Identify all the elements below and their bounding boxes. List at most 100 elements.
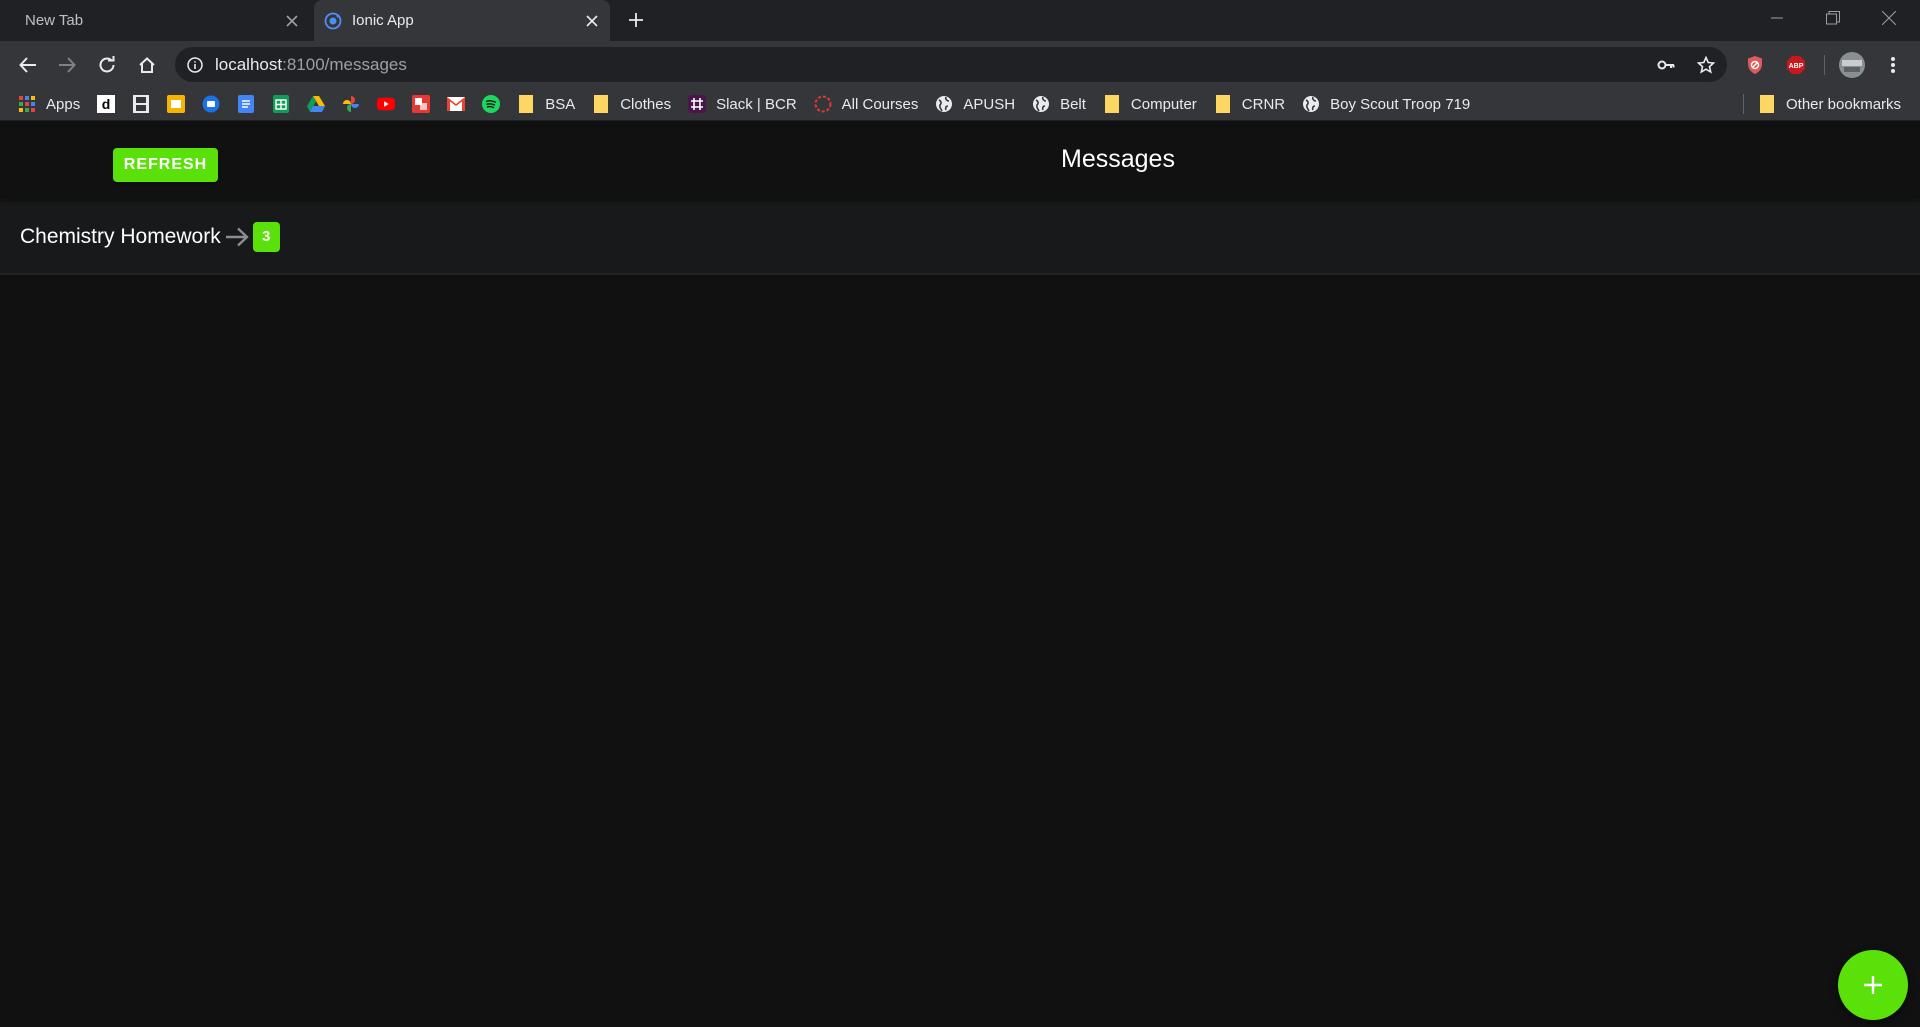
new-tab-button[interactable] <box>624 8 648 32</box>
avatar[interactable] <box>1836 49 1868 81</box>
bookmark-docs[interactable] <box>237 90 255 118</box>
bookmark-slack[interactable]: Slack | BCR <box>688 90 797 118</box>
bookmark-computer[interactable]: Computer <box>1103 90 1197 118</box>
courses-icon <box>814 95 832 113</box>
url-path: :8100/messages <box>282 54 407 74</box>
bookmark-slides[interactable] <box>167 90 186 118</box>
folder-icon <box>592 95 610 113</box>
tab-ionic-app[interactable]: Ionic App <box>314 0 610 41</box>
list-item[interactable]: Chemistry Homework 3 <box>0 200 1920 274</box>
bookmark-film[interactable] <box>132 90 150 118</box>
bookmark-label: Slack | BCR <box>716 95 797 113</box>
bookmark-clothes[interactable]: Clothes <box>592 90 671 118</box>
docs-icon <box>237 95 255 113</box>
info-icon[interactable] <box>175 56 215 73</box>
app-header: REFRESH Messages <box>0 127 1920 199</box>
bookmark-drive[interactable] <box>307 90 326 118</box>
bookmark-youtube[interactable] <box>377 90 396 118</box>
globe-icon <box>1302 95 1320 113</box>
bookmark-crnr[interactable]: CRNR <box>1214 90 1285 118</box>
url-host: localhost <box>215 54 283 74</box>
add-message-button[interactable] <box>1838 950 1908 1020</box>
count-badge: 3 <box>252 221 280 252</box>
minimize-icon[interactable] <box>1750 0 1804 36</box>
forward-icon[interactable] <box>51 49 83 81</box>
browser-window: New Tab Ionic App localhost:8100/message… <box>0 0 1920 1027</box>
browser-toolbar: localhost:8100/messages ABP <box>0 41 1920 88</box>
bookmark-belt[interactable]: Belt <box>1032 90 1086 118</box>
folder-icon <box>1103 95 1121 113</box>
gmail-icon <box>447 95 466 113</box>
tab-title: Ionic App <box>352 12 414 29</box>
tab-title: New Tab <box>25 12 84 29</box>
bookmark-label: Clothes <box>620 95 672 113</box>
page-title: Messages <box>1061 145 1175 173</box>
bookmark-label: Boy Scout Troop 719 <box>1330 95 1471 113</box>
close-window-icon[interactable] <box>1862 0 1916 36</box>
key-icon[interactable] <box>1650 47 1682 82</box>
address-bar[interactable]: localhost:8100/messages <box>175 47 1727 82</box>
folder-icon <box>1214 95 1232 113</box>
globe-icon <box>935 95 953 113</box>
toolbar-divider <box>1824 55 1825 75</box>
svg-text:d: d <box>102 96 111 112</box>
bookmark-other[interactable]: Other bookmarks <box>1758 90 1901 118</box>
messages-list: Chemistry Homework 3 <box>0 199 1920 275</box>
bookmark-apush[interactable]: APUSH <box>935 90 1015 118</box>
film-icon <box>132 95 150 113</box>
meet-icon <box>202 95 220 113</box>
ionic-app: REFRESH Messages Chemistry Homework 3 <box>0 127 1920 1027</box>
bookmarks-bar: Apps d BSA Clothes Slack | BCR All Cours… <box>0 88 1920 121</box>
message-label: Chemistry Homework <box>20 224 221 248</box>
bookmark-label: All Courses <box>841 95 919 113</box>
bookmark-dash[interactable] <box>412 90 431 118</box>
tab-new-tab[interactable]: New Tab <box>8 0 310 41</box>
bookmark-boy-scout-troop[interactable]: Boy Scout Troop 719 <box>1302 90 1470 118</box>
bookmark-apps[interactable]: Apps <box>18 90 80 118</box>
tab-strip: New Tab Ionic App <box>0 0 1920 41</box>
bookmark-label: Apps <box>46 95 81 113</box>
close-icon[interactable] <box>280 9 304 33</box>
bookmark-gmail[interactable] <box>447 90 466 118</box>
d-icon: d <box>97 95 116 113</box>
bookmark-all-courses[interactable]: All Courses <box>814 90 919 118</box>
bookmark-label: BSA <box>545 95 576 113</box>
folder-icon <box>1758 95 1776 113</box>
slack-icon <box>688 95 707 113</box>
apps-grid-icon <box>18 95 36 113</box>
bookmark-label: Belt <box>1060 95 1086 113</box>
bookmark-sheets[interactable] <box>272 90 290 118</box>
spotify-icon <box>482 95 501 113</box>
bookmark-label: CRNR <box>1241 95 1286 113</box>
slides-icon <box>167 95 186 113</box>
home-icon[interactable] <box>131 49 163 81</box>
url-text[interactable]: localhost:8100/messages <box>215 55 407 75</box>
folder-icon <box>517 95 535 113</box>
adblock-plus-icon[interactable]: ABP <box>1780 49 1812 81</box>
bookmark-photos[interactable] <box>342 90 360 118</box>
star-icon[interactable] <box>1690 47 1722 82</box>
bookmark-d[interactable]: d <box>97 90 116 118</box>
drive-icon <box>307 95 326 113</box>
reload-icon[interactable] <box>91 49 123 81</box>
close-icon[interactable] <box>580 9 604 33</box>
plus-icon <box>1864 976 1882 994</box>
youtube-icon <box>377 95 396 113</box>
bookmark-spotify[interactable] <box>482 90 501 118</box>
bookmark-label: Other bookmarks <box>1786 95 1902 113</box>
restore-icon[interactable] <box>1806 0 1860 36</box>
dash-icon <box>412 95 431 113</box>
shield-extension-icon[interactable] <box>1739 49 1771 81</box>
arrow-right-icon <box>225 227 249 247</box>
globe-icon <box>1032 95 1050 113</box>
bookmark-bsa[interactable]: BSA <box>517 90 575 118</box>
back-icon[interactable] <box>12 49 44 81</box>
sheets-icon <box>272 95 290 113</box>
photos-icon <box>342 95 360 113</box>
bookmarks-divider <box>1743 94 1744 114</box>
bookmark-meet[interactable] <box>202 90 220 118</box>
bookmark-label: APUSH <box>963 95 1016 113</box>
svg-text:ABP: ABP <box>1789 63 1804 70</box>
ionic-icon <box>324 12 342 30</box>
menu-icon[interactable] <box>1877 49 1909 81</box>
